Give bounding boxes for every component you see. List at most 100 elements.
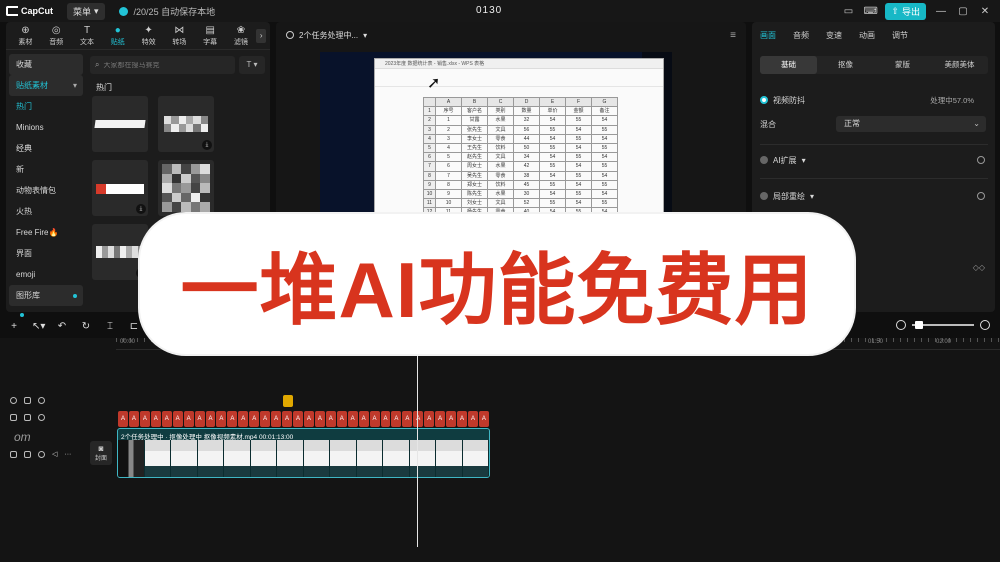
effect-clip[interactable]: A [369,411,380,427]
tab-effects[interactable]: ✦ 特效 [133,25,164,47]
tab-text[interactable]: T 文本 [72,25,103,47]
effect-clip[interactable]: A [303,411,314,427]
download-icon[interactable]: ⤓ [136,204,146,214]
sticker-tile[interactable] [158,160,214,216]
effect-clip[interactable]: A [172,411,183,427]
lock-icon[interactable] [24,414,31,421]
zoom-slider[interactable] [912,321,974,329]
category-minions[interactable]: Minions [9,117,83,138]
effect-clip[interactable]: A [249,411,260,427]
effect-clip[interactable]: A [468,411,478,427]
select-tool-icon[interactable]: ↖▾ [32,321,45,332]
tab-speed[interactable]: 变速 [826,30,842,41]
sticker-tile[interactable]: ⤓ [92,160,148,216]
category-classic[interactable]: 经典 [9,138,83,159]
effect-clip[interactable]: A [478,411,489,427]
zoom-in-icon[interactable] [980,320,990,330]
sticker-tile[interactable]: ⤓ [158,96,214,152]
zoom-out-icon[interactable] [896,320,906,330]
visibility-icon[interactable] [38,414,45,421]
effect-clip[interactable]: A [424,411,435,427]
zoom-slider-knob[interactable] [914,321,923,329]
effect-clip[interactable]: A [139,411,150,427]
effect-clip[interactable]: A [457,411,467,427]
category-sticker-assets[interactable]: 贴纸素材 ▾ [9,75,83,96]
layout-icon[interactable]: ▭ [841,6,855,18]
add-track-icon[interactable]: + [8,321,20,332]
effect-clip[interactable]: A [118,411,128,427]
effect-clip[interactable]: A [336,411,347,427]
category-hot[interactable]: 热门 [9,96,83,117]
search-box[interactable]: ⌕ [90,56,235,74]
tab-caption[interactable]: ▤ 字幕 [195,25,226,47]
menu-button[interactable]: 菜单 ▾ [67,2,105,20]
keyframe-marker[interactable] [283,395,293,407]
category-shape-library[interactable]: 图形库 [9,285,83,306]
effect-clip[interactable]: A [227,411,238,427]
reset-icon[interactable] [977,156,985,164]
effect-clip[interactable]: A [260,411,271,427]
tab-audio[interactable]: ◎ 音频 [41,25,72,47]
search-input[interactable] [103,61,224,69]
effect-clip[interactable]: A [293,411,303,427]
close-icon[interactable]: ✕ [978,6,992,18]
tab-animation[interactable]: 动画 [859,30,875,41]
effect-clip[interactable]: A [347,411,358,427]
effect-clip[interactable]: A [150,411,161,427]
subtab-basic[interactable]: 基础 [760,56,817,74]
stabilize-toggle[interactable] [760,96,768,104]
effect-clip[interactable]: A [282,411,292,427]
playhead[interactable] [417,347,418,547]
effect-clip[interactable]: A [380,411,391,427]
subtab-mask[interactable]: 蒙版 [874,56,931,74]
effect-clip[interactable]: A [205,411,216,427]
effect-clip[interactable]: A [435,411,446,427]
download-icon[interactable]: ⤓ [202,140,212,150]
effect-clip[interactable]: A [358,411,369,427]
filter-button[interactable]: T ▾ [239,56,265,74]
tab-media[interactable]: ⊕ 素材 [10,25,41,47]
category-animal-memes[interactable]: 动物表情包 [9,180,83,201]
visibility-icon[interactable] [38,397,45,404]
tab-adjust[interactable]: 调节 [892,30,908,41]
effect-clip[interactable]: A [161,411,172,427]
shortcut-icon[interactable]: ⌨ [863,6,877,18]
effect-clip[interactable]: A [325,411,336,427]
more-icon[interactable]: ··· [64,451,71,458]
tab-picture[interactable]: 画面 [760,30,776,41]
tab-sticker[interactable]: ● 贴纸 [102,25,133,47]
effect-clip[interactable]: A [238,411,249,427]
blend-mode-select[interactable]: 正常 ⌄ [836,116,986,132]
category-emoji[interactable]: emoji [9,264,83,285]
tab-audio[interactable]: 音频 [793,30,809,41]
maximize-icon[interactable]: ▢ [956,6,970,18]
undo-icon[interactable]: ↶ [56,321,68,332]
category-new[interactable]: 新 [9,159,83,180]
export-button[interactable]: ⇧ 导出 [885,3,926,20]
mute-icon[interactable]: ◁ [52,450,57,458]
subtab-cutout[interactable]: 抠像 [817,56,874,74]
category-trending[interactable]: 火热 [9,201,83,222]
effect-clip[interactable]: A [402,411,413,427]
category-free-fire[interactable]: Free Fire🔥 [9,222,83,243]
visibility-icon[interactable] [38,450,45,458]
partial-redraw-toggle[interactable] [760,192,768,200]
tab-transition[interactable]: ⋈ 转场 [164,25,195,47]
keyframe-diamond-icon[interactable]: ◇◇ [973,263,985,272]
redo-icon[interactable]: ↻ [80,321,92,332]
category-favorites[interactable]: 收藏 [9,54,83,75]
project-title[interactable]: 0130 [476,5,502,16]
ai-expand-toggle[interactable] [760,156,768,164]
effect-clip[interactable]: A [391,411,402,427]
effect-clip[interactable]: A [314,411,325,427]
effect-clip[interactable]: A [413,411,424,427]
effect-clip[interactable]: A [128,411,139,427]
lock-icon[interactable] [24,450,31,458]
reset-icon[interactable] [977,192,985,200]
chevron-right-icon[interactable]: › [256,28,266,43]
effect-clip[interactable]: A [183,411,194,427]
category-interface[interactable]: 界面 [9,243,83,264]
split-left-icon[interactable]: ⊏ [128,321,140,332]
effect-clip[interactable]: A [216,411,227,427]
effect-clip[interactable]: A [446,411,457,427]
